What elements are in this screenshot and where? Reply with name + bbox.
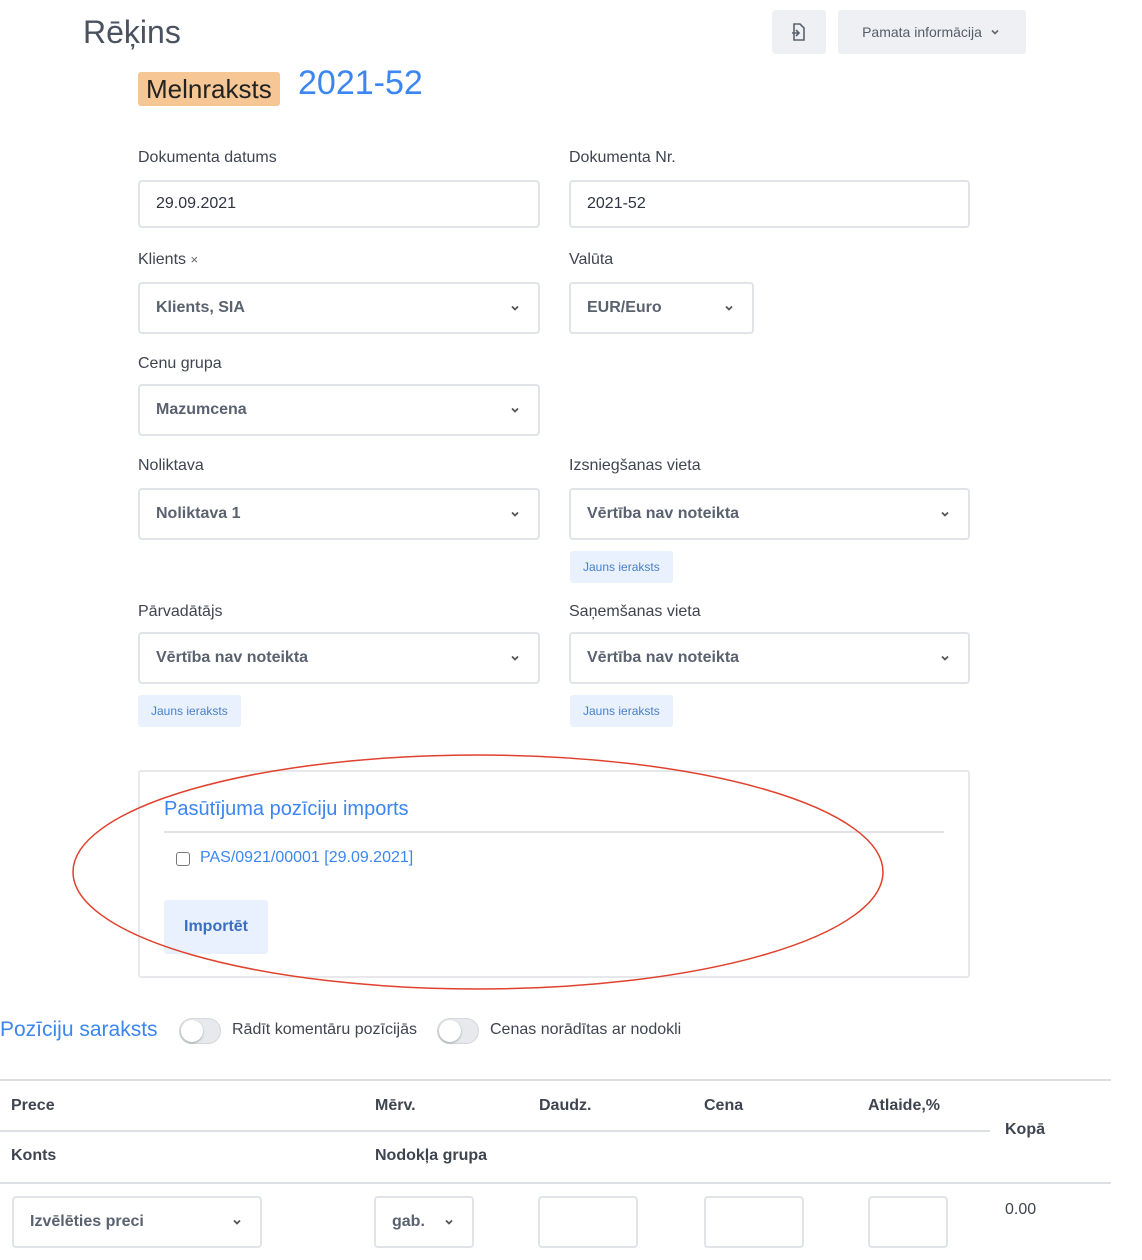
row-total: 0.00 <box>1005 1201 1037 1218</box>
chevron-down-icon <box>941 511 949 517</box>
carrier-select[interactable]: Vērtība nav noteikta <box>138 632 540 684</box>
warehouse-label: Noliktava <box>138 457 204 474</box>
client-label: Klients × <box>138 251 199 268</box>
table-top-border <box>0 1079 1111 1081</box>
chevron-down-icon <box>725 305 733 311</box>
col-product: Prece <box>11 1097 55 1114</box>
receive-place-select[interactable]: Vērtība nav noteikta <box>569 632 970 684</box>
col-price: Cena <box>704 1097 744 1114</box>
document-number-heading: 2021-52 <box>298 64 423 102</box>
chevron-down-icon <box>511 511 519 517</box>
issue-place-label: Izsniegšanas vieta <box>569 457 701 474</box>
product-select[interactable]: Izvēlēties preci <box>12 1196 262 1248</box>
carrier-label: Pārvadātājs <box>138 603 223 620</box>
red-highlight-ellipse <box>72 754 884 990</box>
discount-input[interactable] <box>868 1196 948 1248</box>
chevron-down-icon <box>511 407 519 413</box>
col-qty: Daudz. <box>539 1097 592 1114</box>
chevron-down-icon <box>445 1219 453 1225</box>
comments-toggle-label: Rādīt komentāru pozīcijās <box>232 1021 417 1038</box>
price-group-label: Cenu grupa <box>138 355 222 372</box>
doc-no-label: Dokumenta Nr. <box>569 149 676 166</box>
client-select[interactable]: Klients, SIA <box>138 282 540 334</box>
receive-place-label: Saņemšanas vieta <box>569 603 701 620</box>
issue-place-select[interactable]: Vērtība nav noteikta <box>569 488 970 540</box>
doc-date-label: Dokumenta datums <box>138 149 277 166</box>
doc-date-input[interactable]: 29.09.2021 <box>138 180 540 228</box>
toggle-knob <box>181 1020 203 1042</box>
col-unit: Mērv. <box>375 1097 416 1114</box>
positions-title: Pozīciju saraksts <box>0 1018 158 1041</box>
col-discount: Atlaide,% <box>868 1097 941 1114</box>
col-total: Kopā <box>1005 1121 1045 1138</box>
tax-toggle-label: Cenas norādītas ar nodokli <box>490 1021 682 1038</box>
chevron-down-icon <box>511 305 519 311</box>
toggle-knob <box>439 1020 461 1042</box>
warehouse-select[interactable]: Noliktava 1 <box>138 488 540 540</box>
file-export-icon <box>792 23 805 41</box>
col-account: Konts <box>11 1147 57 1164</box>
comments-toggle[interactable] <box>179 1018 221 1044</box>
price-input[interactable] <box>704 1196 804 1248</box>
basic-info-label: Pamata informācija <box>862 24 982 40</box>
qty-input[interactable] <box>538 1196 638 1248</box>
chevron-down-icon <box>511 655 519 661</box>
basic-info-dropdown[interactable]: Pamata informācija <box>838 10 1026 54</box>
chevron-down-icon <box>233 1219 241 1225</box>
new-issue-place-button[interactable]: Jauns ieraksts <box>570 551 673 583</box>
chevron-down-icon <box>991 29 999 35</box>
tax-toggle[interactable] <box>437 1018 479 1044</box>
unit-select[interactable]: gab. <box>374 1196 474 1248</box>
col-tax-group: Nodokļa grupa <box>375 1147 488 1164</box>
required-mark: × <box>190 252 199 267</box>
price-group-select[interactable]: Mazumcena <box>138 384 540 436</box>
currency-select[interactable]: EUR/Euro <box>569 282 754 334</box>
table-header-divider <box>0 1130 990 1132</box>
status-badge: Melnraksts <box>138 72 280 106</box>
doc-no-input[interactable]: 2021-52 <box>569 180 970 228</box>
currency-label: Valūta <box>569 251 614 268</box>
export-button[interactable] <box>772 10 826 54</box>
page-title: Rēķins <box>83 14 181 50</box>
chevron-down-icon <box>941 655 949 661</box>
table-header-bottom <box>0 1182 1111 1184</box>
new-receive-place-button[interactable]: Jauns ieraksts <box>570 695 673 727</box>
new-carrier-button[interactable]: Jauns ieraksts <box>138 695 241 727</box>
